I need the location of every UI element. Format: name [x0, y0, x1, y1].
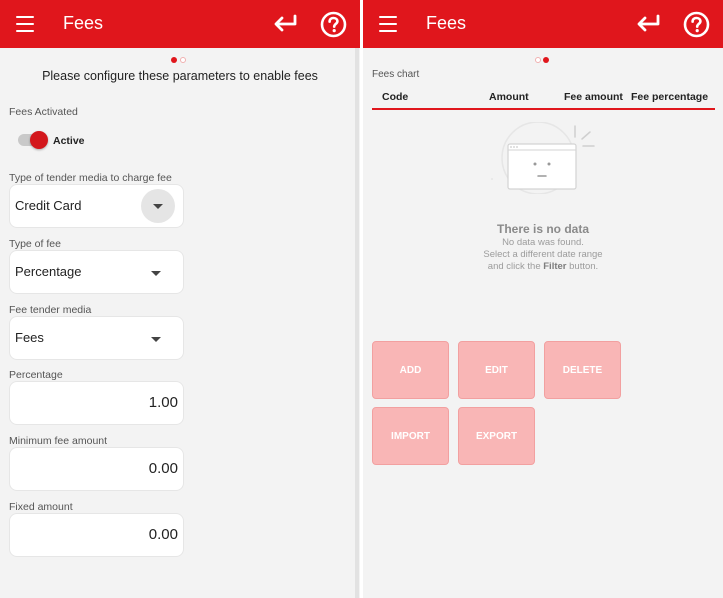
minimum-fee-value: 0.00: [148, 460, 178, 477]
scrollbar[interactable]: [355, 48, 359, 598]
page-title: Fees: [63, 13, 104, 33]
fee-type-select[interactable]: Percentage: [9, 250, 184, 294]
hamburger-menu-icon[interactable]: [16, 16, 34, 32]
table-header-divider: [372, 108, 715, 110]
chevron-down-icon[interactable]: [151, 271, 161, 276]
add-button[interactable]: ADD: [372, 341, 449, 399]
page-title: Fees: [426, 13, 467, 33]
fee-tender-media-select[interactable]: Fees: [9, 316, 184, 360]
return-arrow-icon[interactable]: [271, 11, 299, 37]
percentage-value: 1.00: [148, 394, 178, 411]
toggle-state-label: Active: [53, 135, 85, 147]
fees-settings-screen: Fees Please configure these parameters t…: [0, 0, 360, 598]
minimum-fee-label: Minimum fee amount: [9, 435, 108, 447]
app-bar: Fees: [363, 0, 723, 48]
page-dot[interactable]: [535, 57, 541, 63]
fee-tender-media-label: Fee tender media: [9, 304, 92, 316]
fees-chart-label: Fees chart: [372, 69, 420, 80]
fixed-amount-value: 0.00: [148, 526, 178, 543]
empty-state-hint: Select a different date range: [483, 249, 603, 260]
chevron-down-icon[interactable]: [151, 337, 161, 342]
hamburger-menu-icon[interactable]: [379, 16, 397, 32]
question-circle-icon[interactable]: [320, 11, 347, 38]
fee-type-label: Type of fee: [9, 238, 61, 250]
column-header-fee-percentage: Fee percentage: [631, 91, 709, 103]
percentage-input[interactable]: 1.00: [9, 381, 184, 425]
empty-state-hint-suffix: button.: [566, 261, 599, 272]
empty-browser-window-icon: [491, 122, 595, 194]
fixed-amount-label: Fixed amount: [9, 501, 73, 513]
empty-state-message: No data was found.: [502, 237, 584, 248]
column-header-fee-amount: Fee amount: [564, 91, 623, 103]
question-circle-icon[interactable]: [683, 11, 710, 38]
page-dot-active[interactable]: [543, 57, 549, 63]
empty-state-title: There is no data: [496, 222, 590, 236]
tender-media-label: Type of tender media to charge fee: [9, 172, 172, 184]
return-arrow-icon[interactable]: [634, 11, 662, 37]
percentage-label: Percentage: [9, 369, 63, 381]
empty-state-hint-filter: and click the Filter button.: [363, 261, 723, 272]
edit-button[interactable]: EDIT: [458, 341, 535, 399]
fees-activated-toggle[interactable]: [18, 131, 48, 149]
fee-tender-media-value: Fees: [15, 330, 44, 345]
fees-chart-screen: Fees Fees chart Code Amount Fee amount F…: [363, 0, 723, 598]
fee-type-value: Percentage: [15, 264, 82, 279]
chevron-down-icon[interactable]: [141, 189, 175, 223]
tender-media-value: Credit Card: [15, 198, 82, 213]
empty-state-hint-prefix: and click the: [487, 261, 544, 272]
fees-activated-label: Fees Activated: [9, 106, 78, 118]
delete-button[interactable]: DELETE: [544, 341, 621, 399]
page-dot[interactable]: [180, 57, 186, 63]
import-button[interactable]: IMPORT: [372, 407, 449, 465]
toggle-knob: [30, 131, 48, 149]
tender-media-select[interactable]: Credit Card: [9, 184, 184, 228]
app-bar: Fees: [0, 0, 360, 48]
page-dot-active[interactable]: [171, 57, 177, 63]
column-header-code: Code: [382, 91, 409, 103]
export-button[interactable]: EXPORT: [458, 407, 535, 465]
intro-text: Please configure these parameters to ena…: [42, 69, 318, 83]
minimum-fee-input[interactable]: 0.00: [9, 447, 184, 491]
column-header-amount: Amount: [489, 91, 529, 103]
fixed-amount-input[interactable]: 0.00: [9, 513, 184, 557]
filter-keyword: Filter: [543, 261, 567, 272]
